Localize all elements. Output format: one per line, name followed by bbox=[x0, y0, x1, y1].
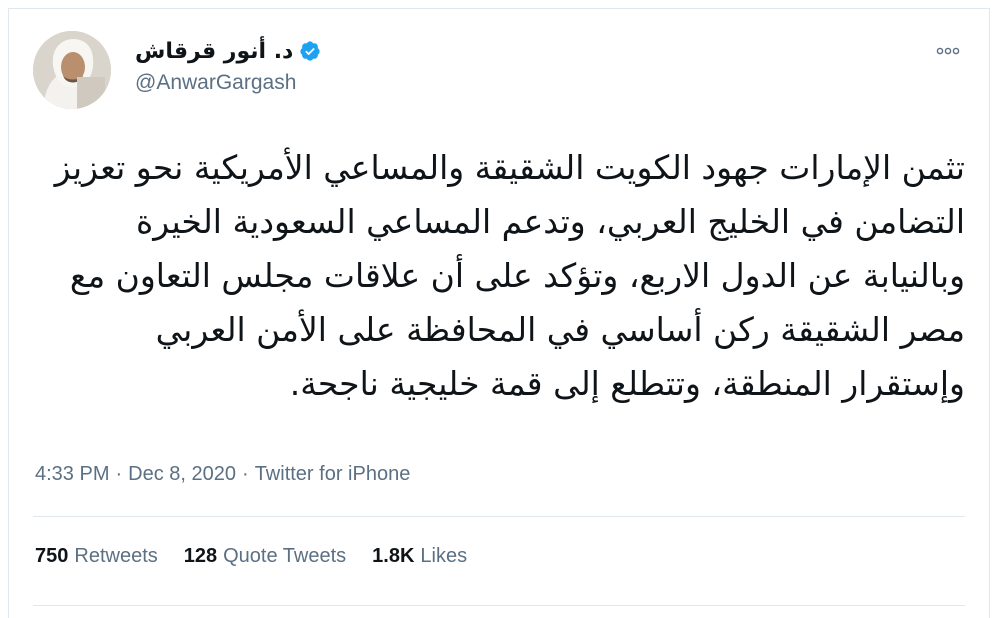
retweets-label: Retweets bbox=[74, 545, 158, 567]
more-options-icon bbox=[936, 47, 960, 55]
tweet-text: تثمن الإمارات جهود الكويت الشقيقة والمسا… bbox=[54, 148, 965, 403]
likes-label: Likes bbox=[420, 545, 468, 567]
divider bbox=[33, 605, 965, 606]
more-options-button[interactable] bbox=[933, 39, 963, 63]
tweet-stats: 750 Retweets 128 Quote Tweets 1.8K Likes bbox=[35, 545, 467, 568]
likes-count: 1.8K bbox=[372, 545, 415, 567]
author-display-name[interactable]: د. أنور قرقاش bbox=[135, 39, 293, 64]
author-name-row: د. أنور قرقاش bbox=[135, 35, 321, 67]
likes-stat[interactable]: 1.8K Likes bbox=[372, 545, 467, 568]
quote-tweets-label: Quote Tweets bbox=[223, 545, 347, 567]
retweets-stat[interactable]: 750 Retweets bbox=[35, 545, 158, 568]
meta-separator: · bbox=[242, 463, 249, 485]
meta-separator: · bbox=[115, 463, 123, 485]
quote-tweets-count: 128 bbox=[183, 545, 218, 567]
tweet-time[interactable]: 4:33 PM bbox=[35, 463, 109, 486]
quote-tweets-stat[interactable]: 128 Quote Tweets bbox=[184, 545, 346, 568]
verified-badge-icon bbox=[300, 41, 320, 61]
retweets-count: 750 bbox=[35, 545, 69, 567]
avatar[interactable] bbox=[33, 31, 111, 109]
tweet-source[interactable]: Twitter for iPhone bbox=[255, 463, 411, 486]
tweet-card: د. أنور قرقاش @AnwarGargash تثمن الإمارا… bbox=[8, 8, 990, 618]
tweet-metadata: 4:33 PM · Dec 8, 2020 · Twitter for iPho… bbox=[35, 463, 410, 486]
author-handle[interactable]: @AnwarGargash bbox=[135, 71, 321, 95]
divider bbox=[33, 516, 965, 517]
author-info: د. أنور قرقاش @AnwarGargash bbox=[135, 35, 321, 95]
profile-photo-icon bbox=[33, 31, 111, 109]
tweet-date[interactable]: Dec 8, 2020 bbox=[128, 463, 236, 486]
